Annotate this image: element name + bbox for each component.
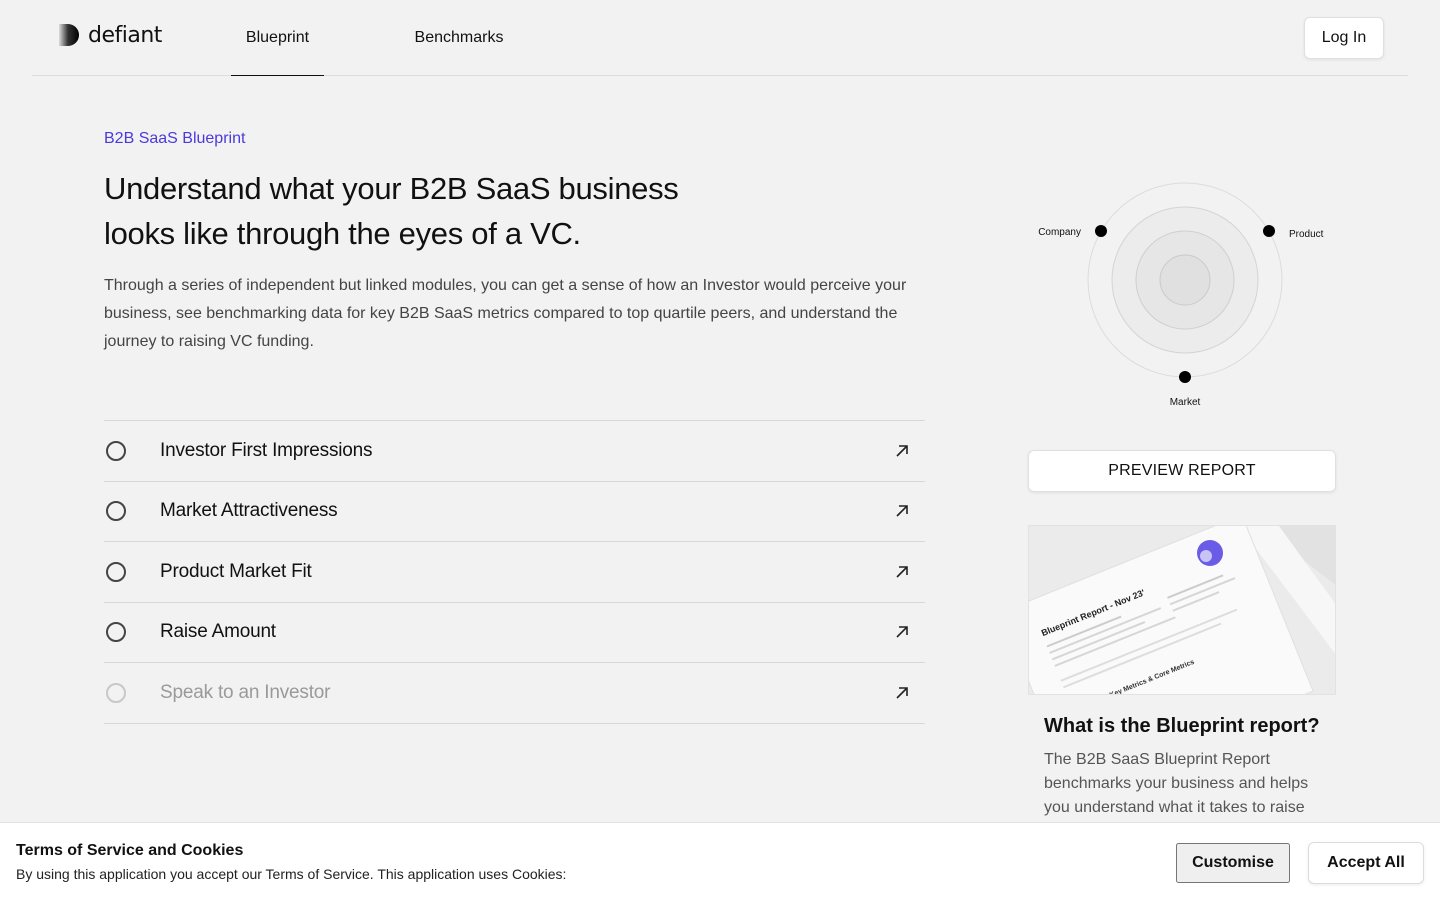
module-label: Product Market Fit <box>160 560 312 582</box>
module-label: Market Attractiveness <box>160 500 338 522</box>
logo[interactable]: defiant <box>56 22 162 48</box>
arrow-up-right-icon <box>896 565 908 578</box>
module-raise-amount[interactable]: Raise Amount <box>104 603 925 663</box>
top-navigation: defiant Blueprint Benchmarks Log In <box>32 0 1408 76</box>
radar-point-product <box>1263 225 1275 237</box>
radar-label-market: Market <box>1170 397 1201 408</box>
customise-button[interactable]: Customise <box>1176 843 1290 883</box>
preview-report-button[interactable]: PREVIEW REPORT <box>1028 450 1336 492</box>
page-title-line-2: looks like through the eyes of a VC. <box>104 216 581 251</box>
module-product-market-fit[interactable]: Product Market Fit <box>104 542 925 603</box>
radar-point-company <box>1095 225 1107 237</box>
report-info-card: Blueprint Report - Nov 23' Key Metrics &… <box>1028 525 1336 845</box>
status-circle-icon <box>106 682 126 703</box>
status-circle-icon <box>106 561 126 582</box>
arrow-up-right-icon <box>896 444 908 457</box>
status-circle-icon <box>106 440 126 461</box>
radar-ring-inner <box>1159 254 1211 306</box>
section-eyebrow: B2B SaaS Blueprint <box>104 130 246 147</box>
login-button[interactable]: Log In <box>1304 17 1384 59</box>
blueprint-radar-graphic: Company Product Market <box>1038 182 1324 408</box>
radar-label-company: Company <box>1038 227 1081 238</box>
report-preview-illustration: Blueprint Report - Nov 23' Key Metrics &… <box>1029 526 1335 694</box>
intro-paragraph: Through a series of independent but link… <box>104 277 907 350</box>
arrow-up-right-icon <box>896 505 908 517</box>
cookie-title: Terms of Service and Cookies <box>16 842 244 859</box>
module-investor-first-impressions[interactable]: Investor First Impressions <box>104 421 925 482</box>
arrow-up-right-icon <box>896 686 908 699</box>
cookie-banner: Terms of Service and Cookies By using th… <box>0 822 1440 900</box>
module-label: Investor First Impressions <box>160 439 373 461</box>
module-speak-to-an-investor[interactable]: Speak to an Investor <box>104 663 925 724</box>
logo-text: defiant <box>88 22 162 48</box>
status-circle-icon <box>106 622 126 643</box>
module-label: Raise Amount <box>160 621 276 643</box>
module-market-attractiveness[interactable]: Market Attractiveness <box>104 482 925 542</box>
report-preview-image[interactable]: Blueprint Report - Nov 23' Key Metrics &… <box>1028 525 1336 695</box>
module-list: Investor First Impressions Market Attrac… <box>104 420 925 724</box>
report-card-text: The B2B SaaS Blueprint Report benchmarks… <box>1044 751 1309 816</box>
radar-point-market <box>1179 371 1191 383</box>
report-card-title: What is the Blueprint report? <box>1044 715 1320 737</box>
arrow-up-right-icon <box>896 626 908 638</box>
module-label: Speak to an Investor <box>160 681 331 703</box>
status-circle-icon <box>106 501 126 522</box>
page-title: Understand what your B2B SaaS business l… <box>104 166 744 256</box>
cookie-text: By using this application you accept our… <box>16 866 567 882</box>
radar-label-product: Product <box>1289 229 1324 240</box>
tab-blueprint[interactable]: Blueprint <box>231 0 324 76</box>
defiant-logo-icon <box>59 24 79 46</box>
page-title-line-1: Understand what your B2B SaaS business <box>104 171 679 206</box>
accept-all-button[interactable]: Accept All <box>1308 842 1424 884</box>
tab-benchmarks[interactable]: Benchmarks <box>399 0 519 76</box>
